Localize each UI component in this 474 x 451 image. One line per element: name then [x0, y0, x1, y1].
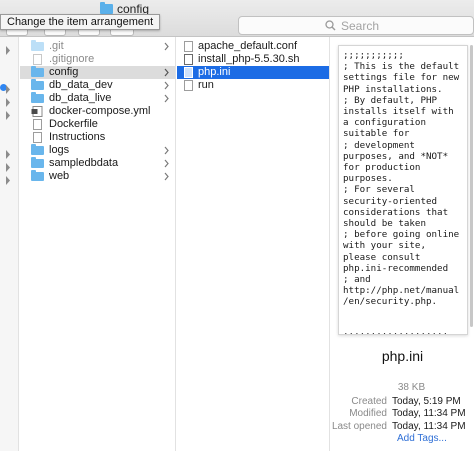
list-item-label: logs: [49, 144, 70, 156]
folder-icon: [100, 2, 113, 14]
preview-text: ;;;;;;;;;;; ; This is the default settin…: [343, 50, 460, 334]
list-item-install-php[interactable]: install_php-5.5.30.sh: [177, 53, 329, 66]
chevron-right-icon: [164, 172, 169, 181]
chevron-right-icon: [164, 81, 169, 90]
list-item-config[interactable]: config: [20, 66, 175, 79]
toolbar: config Change the item arrangement Searc…: [0, 0, 474, 37]
document-icon: [33, 132, 42, 143]
chevron-right-icon: [164, 42, 169, 51]
folder-icon: [31, 170, 44, 181]
list-item-label: .git: [49, 40, 64, 52]
metadata-row-modified: Modified Today, 11:34 PM: [331, 408, 474, 420]
search-placeholder: Search: [341, 18, 380, 33]
list-item-git[interactable]: .git: [20, 40, 175, 53]
list-item-label: web: [49, 170, 70, 182]
metadata-value: Today, 5:19 PM: [392, 396, 461, 407]
list-item-apache-default-conf[interactable]: apache_default.conf: [177, 40, 329, 53]
yml-file-icon: [31, 106, 43, 117]
list-item-db-data-dev[interactable]: db_data_dev: [20, 79, 175, 92]
list-item-logs[interactable]: logs: [20, 144, 175, 157]
list-item-label: run: [198, 79, 214, 91]
list-item-label: config: [49, 66, 79, 78]
list-item-web[interactable]: web: [20, 170, 175, 183]
list-item-gitignore[interactable]: .gitignore: [20, 53, 175, 66]
search-input[interactable]: Search: [238, 16, 474, 35]
expand-arrow-icon[interactable]: [5, 111, 11, 120]
metadata-row-created: Created Today, 5:19 PM: [331, 396, 474, 408]
metadata-row-last-opened: Last opened Today, 11:34 PM: [331, 421, 474, 433]
expand-arrow-icon[interactable]: [5, 176, 11, 185]
metadata-value: Today, 11:34 PM: [392, 408, 466, 420]
list-item-label: Instructions: [49, 131, 106, 143]
metadata-table: Created Today, 5:19 PM Modified Today, 1…: [331, 396, 474, 433]
list-item-docker-compose[interactable]: docker-compose.yml: [20, 105, 175, 118]
preview-scrollbar[interactable]: [470, 45, 473, 327]
document-icon: [33, 54, 42, 65]
list-item-php-ini[interactable]: php.ini: [177, 66, 329, 79]
list-item-sampledbdata[interactable]: sampledbdata: [20, 157, 175, 170]
chevron-right-icon: [164, 146, 169, 155]
metadata-key: Last opened: [331, 420, 387, 432]
folder-icon: [31, 157, 44, 168]
list-item-label: php.ini: [198, 66, 231, 78]
chevron-right-icon: [164, 159, 169, 168]
config-column: apache_default.conf install_php-5.5.30.s…: [177, 37, 330, 451]
list-item-instructions[interactable]: Instructions: [20, 131, 175, 144]
document-icon: [184, 41, 193, 52]
file-metadata: 38 KB Created Today, 5:19 PM Modified To…: [331, 382, 474, 444]
search-icon: [325, 20, 336, 31]
add-tags-link[interactable]: Add Tags...: [331, 433, 474, 444]
expand-arrow-icon[interactable]: [5, 163, 11, 172]
arrangement-tooltip: Change the item arrangement: [0, 14, 161, 30]
preview-filename: php.ini: [381, 348, 424, 364]
document-icon: [184, 67, 193, 78]
folder-icon: [31, 144, 44, 155]
list-item-label: db_data_live: [49, 92, 112, 104]
preview-pane: ;;;;;;;;;;; ; This is the default settin…: [331, 37, 474, 451]
list-item-label: .gitignore: [49, 53, 95, 65]
list-item-label: apache_default.conf: [198, 40, 298, 52]
folder-icon: [31, 79, 44, 90]
project-column: .git .gitignore config db_data_dev db_da…: [20, 37, 176, 451]
list-item-label: Dockerfile: [49, 118, 98, 130]
list-item-label: docker-compose.yml: [49, 105, 151, 117]
folder-icon: [31, 40, 44, 51]
list-item-label: install_php-5.5.30.sh: [198, 53, 300, 65]
metadata-value: Today, 11:34 PM: [392, 420, 466, 432]
metadata-key: Modified: [349, 408, 387, 420]
list-item-db-data-live[interactable]: db_data_live: [20, 92, 175, 105]
folder-icon: [31, 66, 44, 77]
list-item-label: db_data_dev: [49, 79, 113, 91]
folder-icon: [31, 92, 44, 103]
script-file-icon: [184, 54, 193, 65]
list-item-dockerfile[interactable]: Dockerfile: [20, 118, 175, 131]
metadata-key: Created: [351, 396, 387, 407]
expand-arrow-icon[interactable]: [5, 150, 11, 159]
document-icon: [33, 119, 42, 130]
chevron-right-icon: [164, 94, 169, 103]
file-size: 38 KB: [397, 382, 426, 393]
document-preview[interactable]: ;;;;;;;;;;; ; This is the default settin…: [338, 45, 468, 335]
expand-arrow-icon[interactable]: [5, 46, 11, 55]
expand-arrow-icon[interactable]: [5, 85, 11, 94]
list-item-run[interactable]: run: [177, 79, 329, 92]
chevron-right-icon: [164, 68, 169, 77]
document-icon: [184, 80, 193, 91]
expand-arrow-icon[interactable]: [5, 98, 11, 107]
list-item-label: sampledbdata: [49, 157, 119, 169]
